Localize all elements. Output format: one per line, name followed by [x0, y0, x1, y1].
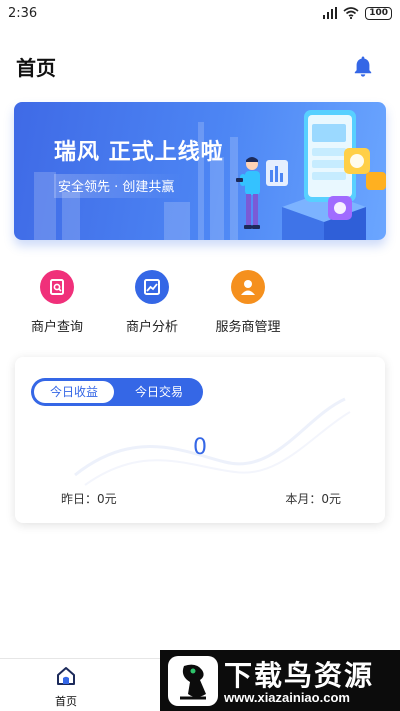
menu-label: 商户查询: [30, 320, 83, 335]
merchant-analysis-icon: [135, 270, 169, 304]
promo-banner[interactable]: 瑞风 正式上线啦 安全领先 · 创建共赢: [14, 102, 386, 240]
nav-home-label: 首页: [55, 695, 77, 708]
bird-logo-icon: [168, 656, 218, 706]
banner-illustration: [34, 110, 386, 240]
nav-home[interactable]: 首页: [46, 665, 86, 709]
signal-icon: [323, 7, 338, 19]
provider-management-icon: [231, 270, 265, 304]
battery-indicator: 100: [365, 6, 392, 20]
tab-today-transactions[interactable]: 今日交易: [119, 381, 199, 403]
status-bar: 2:36 100: [0, 0, 400, 28]
bell-icon[interactable]: [351, 54, 375, 78]
earnings-tab-switch: 今日收益 今日交易: [31, 378, 203, 406]
menu-merchant-analysis[interactable]: 商户分析: [110, 270, 194, 335]
home-icon: [57, 667, 75, 685]
status-icons: 100: [323, 6, 392, 20]
merchant-search-icon: [40, 270, 74, 304]
month-earnings: 本月：0元: [285, 492, 341, 506]
menu-merchant-search[interactable]: 商户查询: [15, 270, 99, 335]
wifi-icon: [343, 7, 359, 19]
menu-label: 商户分析: [125, 320, 178, 335]
menu-provider-management[interactable]: 服务商管理: [206, 270, 290, 335]
home-screen: 2:36 100 首页 瑞风 正式上线啦 安全领先 · 创建共赢 商户查询 商户…: [0, 0, 400, 711]
banner-subtitle: 安全领先 · 创建共赢: [54, 174, 183, 198]
yesterday-earnings: 昨日：0元: [61, 492, 117, 506]
page-title: 首页: [16, 56, 56, 80]
status-time: 2:36: [8, 6, 38, 21]
watermark-title: 下载鸟资源: [224, 659, 375, 692]
watermark-url: www.xiazainiao.com: [224, 690, 350, 705]
banner-title: 瑞风 正式上线啦: [54, 140, 224, 165]
watermark-banner: 下载鸟资源 www.xiazainiao.com: [160, 650, 400, 711]
menu-label: 服务商管理: [215, 320, 281, 335]
earnings-card: 今日收益 今日交易 0 昨日：0元 本月：0元: [15, 357, 385, 523]
tab-today-earnings[interactable]: 今日收益: [34, 381, 114, 403]
earnings-value: 0: [193, 435, 207, 460]
